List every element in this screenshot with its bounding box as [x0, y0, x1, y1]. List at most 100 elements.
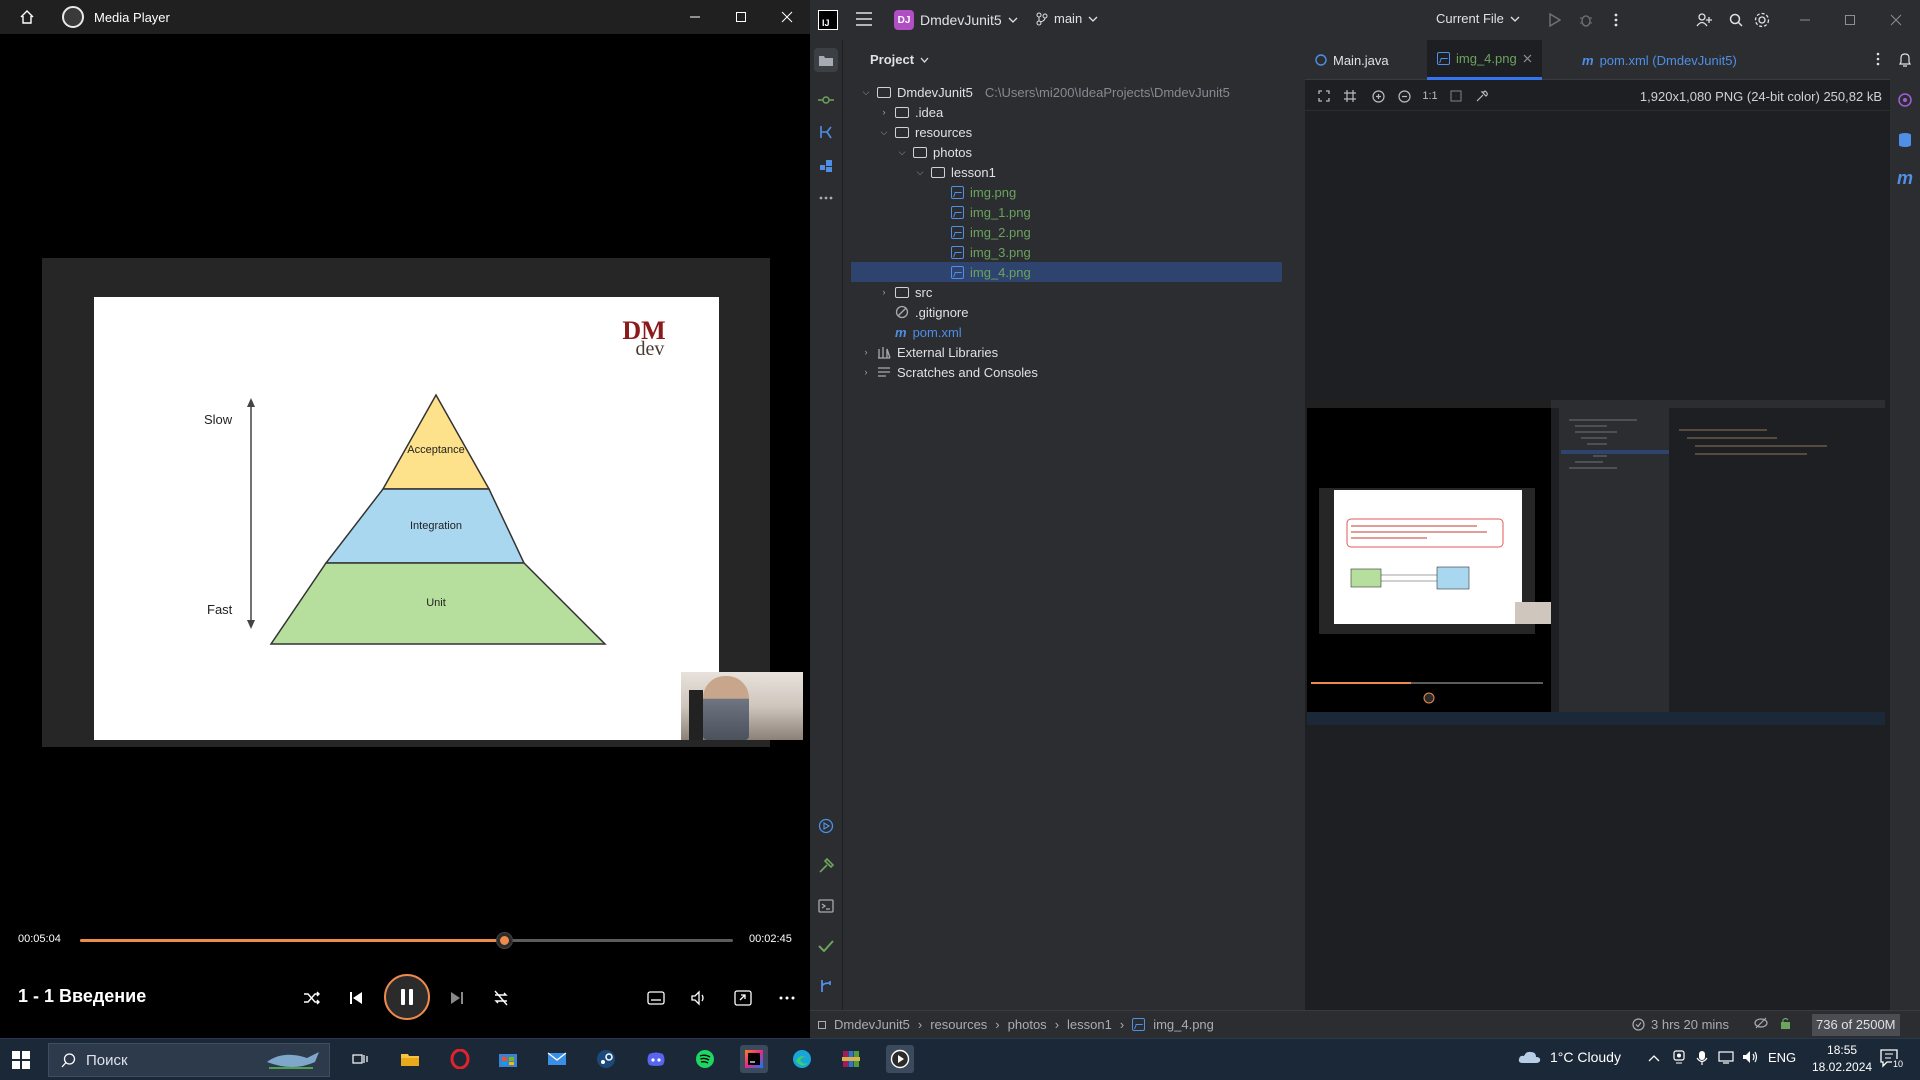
seek-bar[interactable]	[80, 933, 733, 948]
tray-chevron-up-icon[interactable]	[1648, 1050, 1660, 1065]
search-icon[interactable]	[1726, 10, 1746, 30]
tree-item-file[interactable]: img_3.png	[951, 242, 1031, 262]
background-toggle-icon[interactable]	[1447, 87, 1465, 105]
more-options-icon[interactable]	[771, 982, 803, 1014]
ide-close-icon[interactable]	[1886, 10, 1906, 30]
time-tracker[interactable]: 3 hrs 20 mins	[1632, 1017, 1729, 1032]
tree-item-gitignore[interactable]: .gitignore	[895, 302, 968, 322]
color-picker-icon[interactable]	[1473, 87, 1491, 105]
media-player-taskbar-icon[interactable]	[886, 1045, 914, 1073]
pause-button[interactable]	[384, 974, 430, 1020]
breadcrumb-item[interactable]: DmdevJunit5	[834, 1017, 910, 1032]
tree-item-src[interactable]: › src	[879, 282, 933, 302]
chevron-right-icon[interactable]: ›	[861, 347, 871, 357]
tree-item-file[interactable]: img.png	[951, 182, 1016, 202]
spotify-icon[interactable]	[691, 1045, 719, 1073]
tabs-more-icon[interactable]	[1876, 52, 1880, 69]
grid-icon[interactable]	[1341, 87, 1359, 105]
taskbar-search[interactable]: Поиск	[48, 1043, 330, 1077]
timeline[interactable]: 00:05:04 00:02:45	[0, 925, 810, 955]
fit-to-screen-icon[interactable]	[1315, 87, 1333, 105]
speaker-icon[interactable]	[1742, 1050, 1758, 1067]
database-icon[interactable]	[1895, 130, 1915, 150]
file-explorer-icon[interactable]	[396, 1045, 424, 1073]
ide-minimize-icon[interactable]	[1795, 10, 1815, 30]
project-tool-folder-icon[interactable]	[814, 48, 838, 72]
memory-indicator[interactable]: 736 of 2500M	[1812, 1014, 1900, 1036]
zoom-in-icon[interactable]	[1369, 87, 1387, 105]
webcam-tray-icon[interactable]	[1672, 1050, 1686, 1067]
ide-maximize-icon[interactable]	[1840, 10, 1860, 30]
terminal-icon[interactable]	[814, 894, 838, 918]
mail-icon[interactable]	[543, 1045, 571, 1073]
steam-icon[interactable]	[592, 1045, 620, 1073]
commit-icon[interactable]	[814, 88, 838, 112]
main-menu-icon[interactable]	[856, 12, 872, 29]
weather-widget[interactable]: 1°C Cloudy	[1518, 1049, 1621, 1065]
breadcrumb-item[interactable]: photos	[1008, 1017, 1047, 1032]
chevron-right-icon[interactable]: ›	[861, 367, 871, 377]
microphone-icon[interactable]	[1696, 1050, 1708, 1068]
subtitles-icon[interactable]	[640, 982, 672, 1014]
network-icon[interactable]	[1718, 1050, 1734, 1067]
chevron-right-icon[interactable]: ›	[879, 107, 889, 117]
windows-start-icon[interactable]	[12, 1051, 30, 1069]
tree-item-external-libraries[interactable]: › External Libraries	[861, 342, 999, 362]
tab-pom-xml[interactable]: m pom.xml (DmdevJunit5)	[1572, 40, 1747, 80]
zoom-out-icon[interactable]	[1395, 87, 1413, 105]
settings-gear-icon[interactable]	[1752, 10, 1772, 30]
chevron-down-icon[interactable]: ⌵	[879, 127, 889, 138]
tree-item-pom[interactable]: m pom.xml	[895, 322, 962, 342]
services-icon[interactable]	[814, 814, 838, 838]
edge-browser-icon[interactable]	[788, 1045, 816, 1073]
inspections-off-icon[interactable]	[1754, 1017, 1768, 1032]
opera-browser-icon[interactable]	[446, 1045, 474, 1073]
tree-item-photos[interactable]: ⌵ photos	[897, 142, 972, 162]
close-tab-icon[interactable]	[1523, 54, 1532, 63]
shuffle-icon[interactable]	[296, 982, 328, 1014]
project-panel-header[interactable]: Project	[870, 52, 929, 67]
run-config-selector[interactable]: Current File	[1436, 11, 1520, 26]
chevron-right-icon[interactable]: ›	[879, 287, 889, 297]
seek-thumb[interactable]	[497, 933, 513, 948]
project-switcher[interactable]: DJ DmdevJunit5	[894, 10, 1018, 30]
input-language[interactable]: ENG	[1768, 1050, 1796, 1065]
minimize-icon[interactable]	[672, 0, 718, 34]
chevron-down-icon[interactable]: ⌵	[897, 147, 907, 158]
run-icon[interactable]	[1545, 10, 1565, 30]
tree-item-scratches[interactable]: › Scratches and Consoles	[861, 362, 1038, 382]
chevron-down-icon[interactable]: ⌵	[861, 87, 871, 98]
task-view-icon[interactable]	[346, 1045, 374, 1073]
mini-player-icon[interactable]	[727, 982, 759, 1014]
tree-item-resources[interactable]: ⌵ resources	[879, 122, 973, 142]
clock[interactable]: 18:55 18.02.2024	[1812, 1042, 1872, 1076]
breadcrumb-item[interactable]: resources	[930, 1017, 987, 1032]
ai-assistant-icon[interactable]	[1895, 90, 1915, 110]
close-icon[interactable]	[764, 0, 810, 34]
build-hammer-icon[interactable]	[814, 854, 838, 878]
tab-main-java[interactable]: Main.java	[1305, 40, 1399, 80]
next-icon[interactable]	[441, 982, 473, 1014]
maximize-icon[interactable]	[718, 0, 764, 34]
lock-icon[interactable]	[1780, 1017, 1791, 1032]
winrar-icon[interactable]	[837, 1045, 865, 1073]
tree-item-lesson1[interactable]: ⌵ lesson1	[915, 162, 996, 182]
notifications-bell-icon[interactable]	[1895, 50, 1915, 70]
tree-item-root[interactable]: ⌵ DmdevJunit5 C:\Users\mi200\IdeaProject…	[861, 82, 1230, 102]
home-icon[interactable]	[12, 2, 42, 32]
discord-icon[interactable]	[642, 1045, 670, 1073]
git-icon[interactable]	[814, 974, 838, 998]
add-user-icon[interactable]	[1694, 10, 1714, 30]
microsoft-store-icon[interactable]	[494, 1045, 522, 1073]
tab-img-4-png[interactable]: img_4.png	[1427, 40, 1542, 80]
debug-icon[interactable]	[1576, 10, 1596, 30]
structure-icon[interactable]	[814, 154, 838, 178]
actual-size-button[interactable]: 1:1	[1421, 87, 1439, 105]
tree-item-file-selected[interactable]: img_4.png	[851, 262, 1282, 282]
repeat-off-icon[interactable]	[485, 982, 517, 1014]
intellij-logo-icon[interactable]: IJ	[818, 10, 838, 30]
image-preview[interactable]	[1307, 400, 1885, 725]
breadcrumb-item[interactable]: lesson1	[1067, 1017, 1112, 1032]
more-actions-icon[interactable]	[1606, 10, 1626, 30]
tree-item-file[interactable]: img_2.png	[951, 222, 1031, 242]
